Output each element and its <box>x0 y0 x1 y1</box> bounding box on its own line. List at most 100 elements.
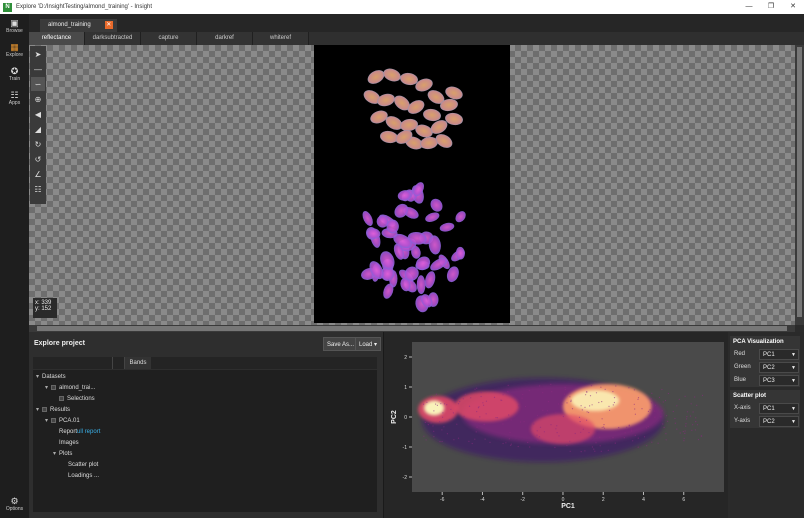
scatter-point <box>637 398 639 400</box>
scatter-point <box>591 404 593 406</box>
chevron-down-icon: ▼ <box>791 406 796 412</box>
wedge-icon[interactable]: ◢ <box>31 122 45 136</box>
tab-close-icon[interactable]: ✕ <box>104 21 113 29</box>
scatter-point <box>425 439 427 441</box>
minimize-icon[interactable]: — <box>738 0 760 14</box>
x-tick-label: 2 <box>602 497 605 503</box>
blue-select[interactable]: PC3 ▼ <box>759 375 799 386</box>
tab-whiteref[interactable]: whiteref <box>253 32 309 45</box>
scatter-point <box>645 427 648 429</box>
density-blob <box>530 414 596 444</box>
scatter-point <box>476 411 478 413</box>
scatter-point <box>651 392 653 394</box>
rotate-cw-icon[interactable]: ↻ <box>31 137 45 151</box>
scatter-point <box>600 386 602 388</box>
scatter-point <box>603 427 606 429</box>
red-select[interactable]: PC1 ▼ <box>759 349 799 360</box>
scatter-plot-panel[interactable]: -6 -4 -2 0 2 4 6 2 1 0 -1 -2 PC1 PC2 <box>384 332 728 518</box>
coordinate-readout: x: 339 y: 152 <box>33 298 57 318</box>
scatter-point <box>637 397 640 399</box>
scatter-point <box>570 399 572 401</box>
close-icon[interactable]: ✕ <box>782 0 804 14</box>
tree-scatter-plot[interactable]: Scatter plot <box>68 460 98 471</box>
freehand-icon[interactable]: ∽ <box>31 77 45 91</box>
measure-icon[interactable]: ∠ <box>31 167 45 181</box>
scatter-point <box>489 441 491 443</box>
tab-capture[interactable]: capture <box>141 32 197 45</box>
image-viewer[interactable] <box>29 45 795 325</box>
scatter-point <box>628 425 630 427</box>
nav-browse[interactable]: ▣ Browse <box>0 14 29 38</box>
rotate-ccw-icon[interactable]: ↺ <box>31 152 45 166</box>
scatter-point <box>697 439 700 441</box>
tree-pca-label: PCA.01 <box>59 418 80 424</box>
scatter-point <box>637 446 639 448</box>
scatter-point <box>432 425 434 427</box>
nav-apps[interactable]: ☷ Apps <box>0 86 29 110</box>
scatter-point <box>692 411 694 413</box>
x-tick-label: -2 <box>520 497 525 503</box>
scatter-point <box>676 428 678 430</box>
checkbox[interactable] <box>59 395 64 401</box>
scatter-plot[interactable]: -6 -4 -2 0 2 4 6 210-1-2 PC1 PC2 <box>384 332 728 518</box>
window-title: Explore 'D:/InsightTesting/almond_traini… <box>16 4 153 10</box>
scatter-point <box>536 434 538 436</box>
checkbox[interactable] <box>51 417 56 423</box>
tree-datasets[interactable]: ▾ Datasets <box>36 372 66 383</box>
tree-results[interactable]: ▾ Results <box>36 405 70 416</box>
scatter-point <box>584 406 586 408</box>
xaxis-select[interactable]: PC1 ▼ <box>759 403 799 414</box>
title-bar: N Explore 'D:/InsightTesting/almond_trai… <box>0 0 804 14</box>
tree-column-bands[interactable]: Bands <box>125 357 151 369</box>
load-button[interactable]: Load ▾ <box>355 337 382 351</box>
tree-selections[interactable]: Selections <box>59 394 95 405</box>
scatter-point <box>480 391 482 394</box>
nav-options[interactable]: ⚙ Options <box>0 492 29 516</box>
file-tab-label: almond_training <box>48 22 91 28</box>
tab-darksubtracted[interactable]: darksubtracted <box>85 32 141 45</box>
file-tab-bar: almond_training ✕ <box>29 14 804 32</box>
scatter-point <box>433 410 435 412</box>
scatter-point <box>608 405 610 407</box>
hyperspectral-image[interactable] <box>314 45 510 323</box>
grid-tool-icon[interactable]: ☷ <box>31 182 45 196</box>
xaxis-label: X-axis <box>734 405 751 411</box>
tree-pca[interactable]: ▾ PCA.01 <box>45 416 80 427</box>
scatter-point <box>613 401 615 404</box>
viewer-vertical-scrollbar[interactable] <box>795 45 804 325</box>
tree-plots[interactable]: ▾ Plots <box>53 449 72 460</box>
line-tool-icon[interactable]: — <box>31 62 45 76</box>
scatter-point <box>483 404 485 406</box>
save-as-button[interactable]: Save As... <box>323 337 359 351</box>
tree-dataset-label: almond_trai... <box>59 385 96 391</box>
flip-icon[interactable]: ◀ <box>31 107 45 121</box>
full-report-link[interactable]: ull report <box>77 429 100 435</box>
tree-loadings[interactable]: Loadings ... <box>68 471 99 482</box>
zoom-icon[interactable]: ⊕ <box>31 92 45 106</box>
scatter-point <box>580 405 582 407</box>
tree-column-name <box>33 357 113 369</box>
tree-datasets-label: Datasets <box>42 374 66 380</box>
tree-dataset-item[interactable]: ▾ almond_trai... <box>45 383 95 394</box>
tab-reflectance[interactable]: reflectance <box>29 32 85 45</box>
viewer-horizontal-scrollbar[interactable] <box>29 325 795 332</box>
nav-explore[interactable]: ▦ Explore <box>0 38 29 62</box>
yaxis-select[interactable]: PC2 ▼ <box>759 416 799 427</box>
scatter-point <box>662 401 664 403</box>
checkbox[interactable] <box>51 384 56 390</box>
restore-icon[interactable]: ❐ <box>760 0 782 14</box>
scatter-point <box>579 421 581 423</box>
green-select[interactable]: PC2 ▼ <box>759 362 799 373</box>
scatter-point <box>456 423 458 425</box>
explore-icon: ▦ <box>10 42 19 52</box>
scatter-point <box>641 408 643 410</box>
checkbox[interactable] <box>42 406 47 412</box>
tab-darkref[interactable]: darkref <box>197 32 253 45</box>
file-tab[interactable]: almond_training ✕ <box>40 19 117 32</box>
tree-images[interactable]: Images <box>59 438 79 449</box>
tree-plots-label: Plots <box>59 451 73 457</box>
nav-train[interactable]: ✪ Train <box>0 62 29 86</box>
tree-report[interactable]: Reportull report <box>59 427 100 438</box>
scatter-point <box>646 445 648 447</box>
pointer-icon[interactable]: ➤ <box>31 47 45 61</box>
